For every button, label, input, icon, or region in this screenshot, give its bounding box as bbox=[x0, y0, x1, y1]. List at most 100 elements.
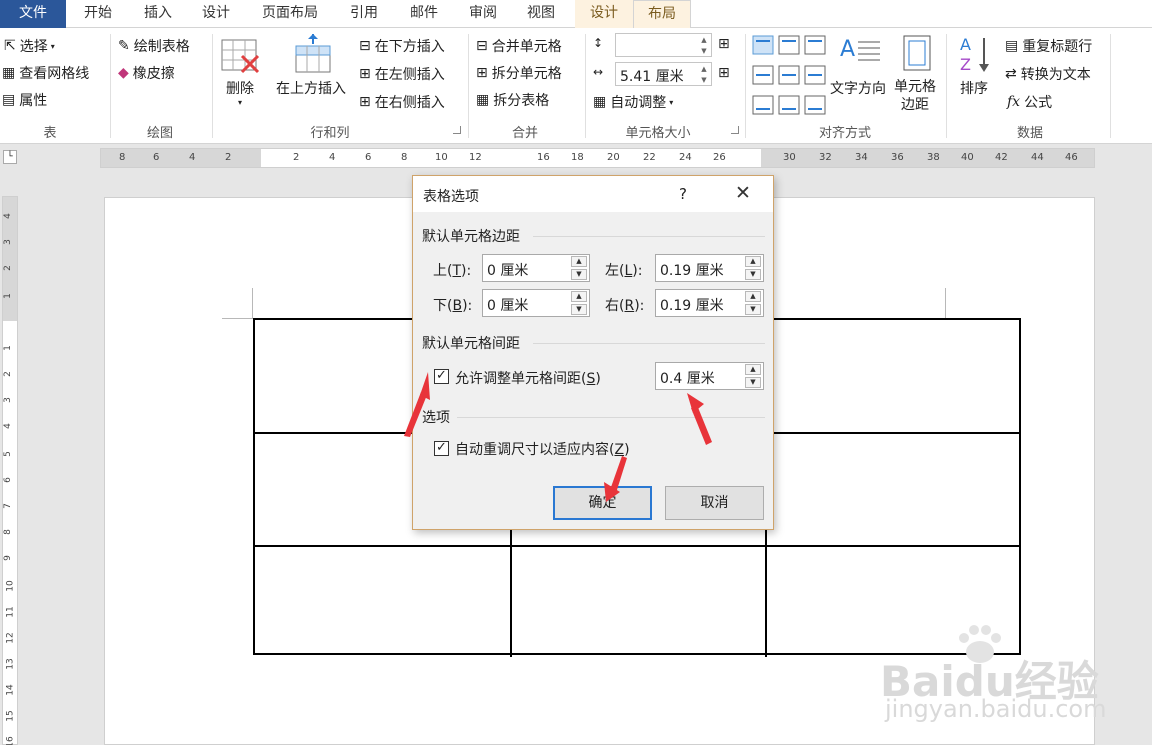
vertical-ruler[interactable]: 4 3 2 1 1 2 3 4 5 6 7 8 9 10 11 12 13 14 15 16 bbox=[2, 196, 18, 745]
top-margin-down-icon[interactable]: ▼ bbox=[571, 269, 587, 280]
formula-fx-icon: fx bbox=[1007, 94, 1021, 110]
ruler-tick-label: 12 bbox=[5, 632, 16, 644]
convert-to-text-button[interactable]: ⇄ 转换为文本 bbox=[1005, 64, 1091, 84]
tab-table-layout[interactable]: 布局 bbox=[633, 0, 691, 29]
delete-dropdown-icon[interactable]: ▾ bbox=[238, 98, 242, 107]
eraser-button[interactable]: ◆ 橡皮擦 bbox=[118, 63, 175, 83]
tab-design[interactable]: 设计 bbox=[188, 0, 244, 28]
repeat-header-button[interactable]: ▤ 重复标题行 bbox=[1005, 36, 1092, 56]
cell-spacing-input[interactable]: 0.4 厘米 ▲ ▼ bbox=[655, 362, 764, 390]
delete-button[interactable]: 删除 bbox=[226, 78, 254, 98]
cell-margins-button[interactable]: 单元格 边距 bbox=[894, 78, 936, 114]
allow-spacing-checkbox[interactable]: ✓ bbox=[434, 369, 449, 384]
group-label-table: 表 bbox=[43, 126, 57, 141]
bottom-margin-down-icon[interactable]: ▼ bbox=[571, 304, 587, 315]
cancel-button[interactable]: 取消 bbox=[665, 486, 764, 520]
distribute-rows-icon[interactable]: ⊞ bbox=[718, 36, 730, 52]
left-margin-down-icon[interactable]: ▼ bbox=[745, 269, 761, 280]
tab-mailings[interactable]: 邮件 bbox=[396, 0, 452, 28]
split-table-button[interactable]: ▦ 拆分表格 bbox=[476, 90, 549, 110]
gridlines-icon: ▦ bbox=[2, 65, 16, 81]
column-width-input[interactable]: 5.41 厘米 ▲ ▼ bbox=[615, 62, 712, 86]
cell-size-launcher-icon[interactable] bbox=[731, 126, 739, 134]
ruler-tick-label: 40 bbox=[961, 152, 974, 163]
ruler-tick-label: 13 bbox=[5, 658, 16, 670]
row-height-input[interactable]: ▲ ▼ bbox=[615, 33, 712, 57]
top-margin-up-icon[interactable]: ▲ bbox=[571, 256, 587, 267]
tab-review[interactable]: 审阅 bbox=[455, 0, 511, 28]
ruler-tick-label: 6 bbox=[153, 152, 160, 163]
cell-spacing-up-icon[interactable]: ▲ bbox=[745, 364, 761, 375]
autofit-icon: ▦ bbox=[593, 94, 607, 110]
tab-view[interactable]: 视图 bbox=[513, 0, 569, 28]
crop-mark bbox=[222, 318, 253, 319]
bottom-margin-up-icon[interactable]: ▲ bbox=[571, 291, 587, 302]
autoresize-label[interactable]: 自动重调尺寸以适应内容(Z) bbox=[455, 439, 630, 459]
insert-right-button[interactable]: ⊞ 在右侧插入 bbox=[359, 92, 445, 112]
column-width-down-icon[interactable]: ▼ bbox=[698, 75, 710, 85]
right-margin-down-icon[interactable]: ▼ bbox=[745, 304, 761, 315]
divider bbox=[946, 34, 947, 138]
split-cells-button[interactable]: ⊞ 拆分单元格 bbox=[476, 63, 562, 83]
ruler-tick-label: 6 bbox=[365, 152, 372, 163]
right-margin-input[interactable]: 0.19 厘米 ▲ ▼ bbox=[655, 289, 764, 317]
autoresize-checkbox[interactable]: ✓ bbox=[434, 441, 449, 456]
ribbon: ⇱ 选择 ▾ ▦ 查看网格线 ▤ 属性 表 ✎ 绘制表格 ◆ 橡皮擦 绘图 删除 ▾ 在上方… bbox=[0, 28, 1152, 144]
right-margin-up-icon[interactable]: ▲ bbox=[745, 291, 761, 302]
select-button[interactable]: ⇱ 选择 ▾ bbox=[4, 36, 55, 56]
insert-above-button[interactable]: 在上方插入 bbox=[276, 78, 346, 98]
top-margin-input[interactable]: 0 厘米 ▲ ▼ bbox=[482, 254, 590, 282]
ok-button[interactable]: 确定 bbox=[553, 486, 652, 520]
distribute-columns-icon[interactable]: ⊞ bbox=[718, 65, 730, 81]
tab-insert[interactable]: 插入 bbox=[130, 0, 186, 28]
left-margin-input[interactable]: 0.19 厘米 ▲ ▼ bbox=[655, 254, 764, 282]
alignment-grid[interactable] bbox=[752, 34, 826, 118]
tab-stop-selector-icon[interactable]: └ bbox=[3, 150, 17, 164]
ruler-tick-label: 34 bbox=[855, 152, 868, 163]
row-height-down-icon[interactable]: ▼ bbox=[698, 46, 710, 56]
ruler-tick-label: 3 bbox=[2, 239, 13, 245]
pencil-table-icon: ✎ bbox=[118, 38, 130, 54]
delete-icon bbox=[220, 38, 260, 74]
eraser-icon: ◆ bbox=[118, 65, 129, 81]
tab-file[interactable]: 文件 bbox=[0, 0, 66, 28]
column-width-up-icon[interactable]: ▲ bbox=[698, 64, 710, 74]
draw-table-button[interactable]: ✎ 绘制表格 bbox=[118, 36, 190, 56]
view-gridlines-button[interactable]: ▦ 查看网格线 bbox=[2, 63, 89, 83]
dialog-title: 表格选项 bbox=[423, 189, 479, 205]
tab-table-design[interactable]: 设计 bbox=[575, 0, 633, 28]
tab-home[interactable]: 开始 bbox=[70, 0, 126, 28]
ruler-tick-label: 30 bbox=[783, 152, 796, 163]
tab-references[interactable]: 引用 bbox=[336, 0, 392, 28]
ruler-tick-label: 3 bbox=[2, 397, 13, 403]
top-margin-label: 上(T): bbox=[433, 263, 472, 279]
row-height-up-icon[interactable]: ▲ bbox=[698, 35, 710, 45]
ruler-tick-label: 10 bbox=[435, 152, 448, 163]
merge-cells-button[interactable]: ⊟ 合并单元格 bbox=[476, 36, 562, 56]
help-button[interactable]: ? bbox=[679, 185, 687, 203]
margins-section-heading: 默认单元格边距 bbox=[422, 229, 520, 245]
allow-spacing-label[interactable]: 允许调整单元格间距(S) bbox=[455, 368, 601, 388]
divider bbox=[457, 417, 765, 418]
svg-text:A: A bbox=[840, 37, 855, 62]
insert-left-button[interactable]: ⊞ 在左侧插入 bbox=[359, 64, 445, 84]
cell-spacing-down-icon[interactable]: ▼ bbox=[745, 377, 761, 388]
close-button[interactable]: ✕ bbox=[735, 182, 751, 204]
ruler-tick-label: 20 bbox=[607, 152, 620, 163]
autofit-button[interactable]: ▦ 自动调整 ▾ bbox=[593, 92, 673, 112]
sort-button[interactable]: 排序 bbox=[960, 78, 988, 98]
tab-page-layout[interactable]: 页面布局 bbox=[250, 0, 330, 28]
rows-cols-launcher-icon[interactable] bbox=[453, 126, 461, 134]
horizontal-ruler[interactable]: 8 6 4 2 2 4 6 8 10 12 16 18 20 22 24 26 30 32 34 36 38 40 42 44… bbox=[100, 148, 1095, 168]
insert-below-button[interactable]: ⊟ 在下方插入 bbox=[359, 36, 445, 56]
table-options-dialog: 表格选项 ? ✕ 默认单元格边距 上(T): 0 厘米 ▲ ▼ 左(L): 0.… bbox=[412, 175, 774, 530]
bottom-margin-input[interactable]: 0 厘米 ▲ ▼ bbox=[482, 289, 590, 317]
text-direction-button[interactable]: 文字方向 bbox=[830, 78, 886, 98]
convert-text-icon: ⇄ bbox=[1005, 66, 1017, 82]
ruler-tick-label: 4 bbox=[329, 152, 336, 163]
ruler-tick-label: 14 bbox=[5, 684, 16, 696]
properties-button[interactable]: ▤ 属性 bbox=[2, 90, 47, 110]
formula-button[interactable]: fx 公式 bbox=[1007, 92, 1052, 112]
svg-text:A: A bbox=[960, 35, 971, 54]
left-margin-up-icon[interactable]: ▲ bbox=[745, 256, 761, 267]
